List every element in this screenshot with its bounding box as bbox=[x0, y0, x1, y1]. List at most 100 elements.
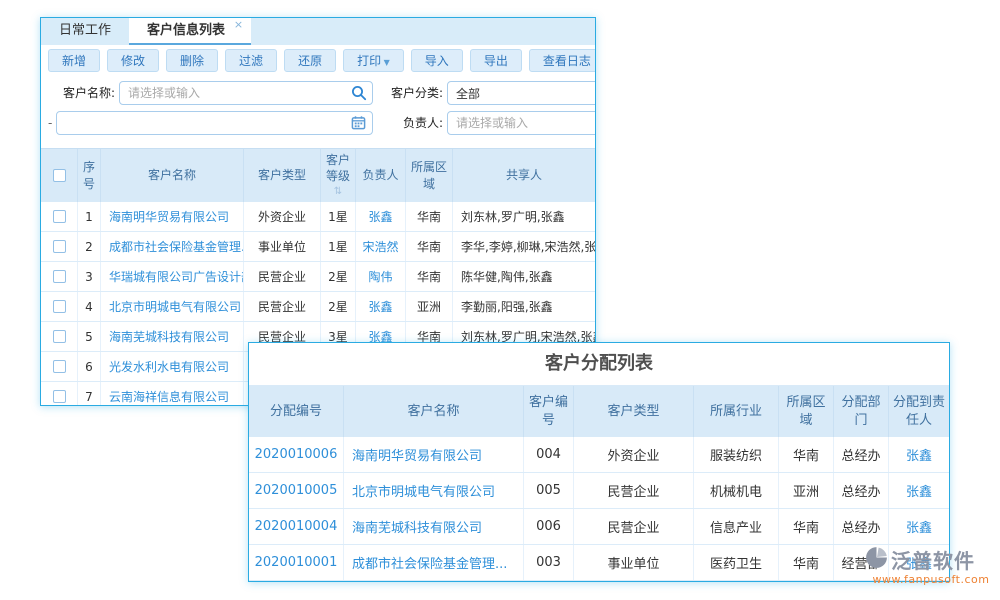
region-cell: 华南 bbox=[406, 262, 453, 291]
row-checkbox[interactable] bbox=[53, 360, 66, 373]
customer-name-cell: 成都市社会保险基金管理... bbox=[101, 232, 244, 261]
customer-name-link[interactable]: 海南明华贸易有限公司 bbox=[352, 445, 482, 464]
row-checkbox[interactable] bbox=[53, 390, 66, 403]
shared-with-cell: 李华,李婷,柳琳,宋浩然,张鑫 bbox=[453, 232, 595, 261]
customer-type-cell: 民营企业 bbox=[244, 262, 321, 291]
tab-daily-work[interactable]: 日常工作 bbox=[41, 18, 129, 45]
customer-type-cell: 外资企业 bbox=[244, 202, 321, 231]
customer-name-link[interactable]: 海南芜城科技有限公司 bbox=[109, 328, 229, 345]
row-checkbox[interactable] bbox=[53, 210, 66, 223]
customer-name-input[interactable] bbox=[119, 81, 373, 105]
owner-link[interactable]: 陶伟 bbox=[368, 268, 392, 285]
customer-level-cell: 2星 bbox=[321, 262, 356, 291]
customer-type-cell: 事业单位 bbox=[574, 545, 694, 580]
select-all-checkbox[interactable] bbox=[53, 169, 66, 182]
edit-button[interactable]: 修改 bbox=[107, 49, 159, 72]
row-checkbox[interactable] bbox=[53, 270, 66, 283]
allocation-number-cell: 2020010004 bbox=[249, 509, 344, 544]
filter-row-2: - 负责人: bbox=[41, 111, 595, 135]
customer-type-cell: 外资企业 bbox=[574, 437, 694, 472]
responsible-person-cell: 张鑫 bbox=[889, 473, 949, 508]
owner-link[interactable]: 张鑫 bbox=[368, 298, 392, 315]
department-cell: 总经办 bbox=[834, 509, 889, 544]
row-checkbox[interactable] bbox=[53, 330, 66, 343]
search-icon[interactable] bbox=[351, 85, 367, 101]
customer-name-link[interactable]: 海南芜城科技有限公司 bbox=[352, 517, 482, 536]
table-row[interactable]: 2020010004海南芜城科技有限公司006民营企业信息产业华南总经办张鑫 bbox=[249, 509, 949, 545]
column-header: 分配编号 bbox=[249, 386, 344, 437]
table-row[interactable]: 2020010006海南明华贸易有限公司004外资企业服装纺织华南总经办张鑫 bbox=[249, 437, 949, 473]
add-button[interactable]: 新增 bbox=[48, 49, 100, 72]
delete-button[interactable]: 删除 bbox=[166, 49, 218, 72]
import-button[interactable]: 导入 bbox=[411, 49, 463, 72]
customer-name-cell: 北京市明城电气有限公司 bbox=[101, 292, 244, 321]
customer-name-link[interactable]: 北京市明城电气有限公司 bbox=[352, 481, 495, 500]
row-checkbox-cell bbox=[41, 322, 78, 351]
close-icon[interactable]: × bbox=[234, 18, 243, 32]
column-header-label: 客户类型 bbox=[258, 167, 306, 183]
allocation-number-link[interactable]: 2020010005 bbox=[255, 483, 338, 498]
customer-name-label: 客户名称: bbox=[53, 81, 115, 105]
customer-name-link[interactable]: 北京市明城电气有限公司 bbox=[109, 298, 241, 315]
owner-input[interactable] bbox=[447, 111, 596, 135]
customer-category-select[interactable] bbox=[447, 81, 596, 105]
customer-type-cell: 民营企业 bbox=[574, 509, 694, 544]
customer-name-cell: 海南芜城科技有限公司 bbox=[101, 322, 244, 351]
row-number: 1 bbox=[78, 202, 101, 231]
responsible-person-link[interactable]: 张鑫 bbox=[906, 517, 932, 536]
responsible-person-link[interactable]: 张鑫 bbox=[906, 445, 932, 464]
owner-link[interactable]: 张鑫 bbox=[368, 208, 392, 225]
customer-name-link[interactable]: 成都市社会保险基金管理... bbox=[352, 553, 507, 572]
row-number: 6 bbox=[78, 352, 101, 381]
export-button[interactable]: 导出 bbox=[470, 49, 522, 72]
customer-name-link[interactable]: 海南明华贸易有限公司 bbox=[109, 208, 229, 225]
row-checkbox[interactable] bbox=[53, 240, 66, 253]
print-button[interactable]: 打印 ▼ bbox=[343, 49, 404, 72]
column-header: 分配部门 bbox=[834, 386, 889, 437]
customer-name-link[interactable]: 华瑞城有限公司广告设计部 bbox=[109, 268, 244, 285]
date-input[interactable] bbox=[56, 111, 373, 135]
customer-number-cell: 006 bbox=[524, 509, 574, 544]
allocation-number-link[interactable]: 2020010004 bbox=[255, 519, 338, 534]
customer-name-cell: 云南海祥信息有限公司 bbox=[101, 382, 244, 406]
table-row[interactable]: 1海南明华贸易有限公司外资企业1星张鑫华南刘东林,罗广明,张鑫 bbox=[41, 202, 595, 232]
allocation-number-link[interactable]: 2020010001 bbox=[255, 555, 338, 570]
customer-allocation-panel: 客户分配列表 分配编号客户名称客户编号客户类型所属行业所属区域分配部门分配到责任… bbox=[248, 342, 950, 582]
table-row[interactable]: 2020010001成都市社会保险基金管理...003事业单位医药卫生华南经营部… bbox=[249, 545, 949, 581]
customer-name-link[interactable]: 光发水利水电有限公司 bbox=[109, 358, 229, 375]
row-checkbox[interactable] bbox=[53, 300, 66, 313]
view-log-button[interactable]: 查看日志 bbox=[529, 49, 596, 72]
column-header-label: 序号 bbox=[80, 159, 98, 191]
customer-type-cell: 民营企业 bbox=[574, 473, 694, 508]
tab-bar: 日常工作 客户信息列表 × bbox=[41, 18, 595, 45]
allocation-number-cell: 2020010005 bbox=[249, 473, 344, 508]
table-row[interactable]: 2成都市社会保险基金管理...事业单位1星宋浩然华南李华,李婷,柳琳,宋浩然,张… bbox=[41, 232, 595, 262]
responsible-person-link[interactable]: 张鑫 bbox=[906, 481, 932, 500]
row-checkbox-cell bbox=[41, 382, 78, 406]
customer-level-cell: 1星 bbox=[321, 202, 356, 231]
row-number: 3 bbox=[78, 262, 101, 291]
table-row[interactable]: 4北京市明城电气有限公司民营企业2星张鑫亚洲李勤丽,阳强,张鑫 bbox=[41, 292, 595, 322]
row-number: 7 bbox=[78, 382, 101, 406]
owner-label: 负责人: bbox=[393, 111, 443, 135]
row-number: 5 bbox=[78, 322, 101, 351]
date-range-dash: - bbox=[48, 111, 52, 135]
allocation-number-cell: 2020010006 bbox=[249, 437, 344, 472]
customer-level-cell: 2星 bbox=[321, 292, 356, 321]
allocation-number-link[interactable]: 2020010006 bbox=[255, 447, 338, 462]
industry-cell: 服装纺织 bbox=[694, 437, 779, 472]
tab-customer-info-list[interactable]: 客户信息列表 × bbox=[129, 18, 251, 45]
column-header-label: 客户名称 bbox=[148, 167, 196, 183]
calendar-icon[interactable] bbox=[351, 115, 367, 131]
column-header: 分配到责任人 bbox=[889, 386, 949, 437]
customer-name-cell: 成都市社会保险基金管理... bbox=[344, 545, 524, 580]
filter-button[interactable]: 过滤 bbox=[225, 49, 277, 72]
customer-name-link[interactable]: 云南海祥信息有限公司 bbox=[109, 388, 229, 405]
restore-button[interactable]: 还原 bbox=[284, 49, 336, 72]
sort-icon[interactable]: ⇅ bbox=[334, 185, 342, 199]
table-row[interactable]: 2020010005北京市明城电气有限公司005民营企业机械机电亚洲总经办张鑫 bbox=[249, 473, 949, 509]
allocation-table-body: 2020010006海南明华贸易有限公司004外资企业服装纺织华南总经办张鑫20… bbox=[249, 437, 949, 581]
customer-name-link[interactable]: 成都市社会保险基金管理... bbox=[109, 238, 244, 255]
owner-link[interactable]: 宋浩然 bbox=[362, 238, 398, 255]
table-row[interactable]: 3华瑞城有限公司广告设计部民营企业2星陶伟华南陈华健,陶伟,张鑫 bbox=[41, 262, 595, 292]
